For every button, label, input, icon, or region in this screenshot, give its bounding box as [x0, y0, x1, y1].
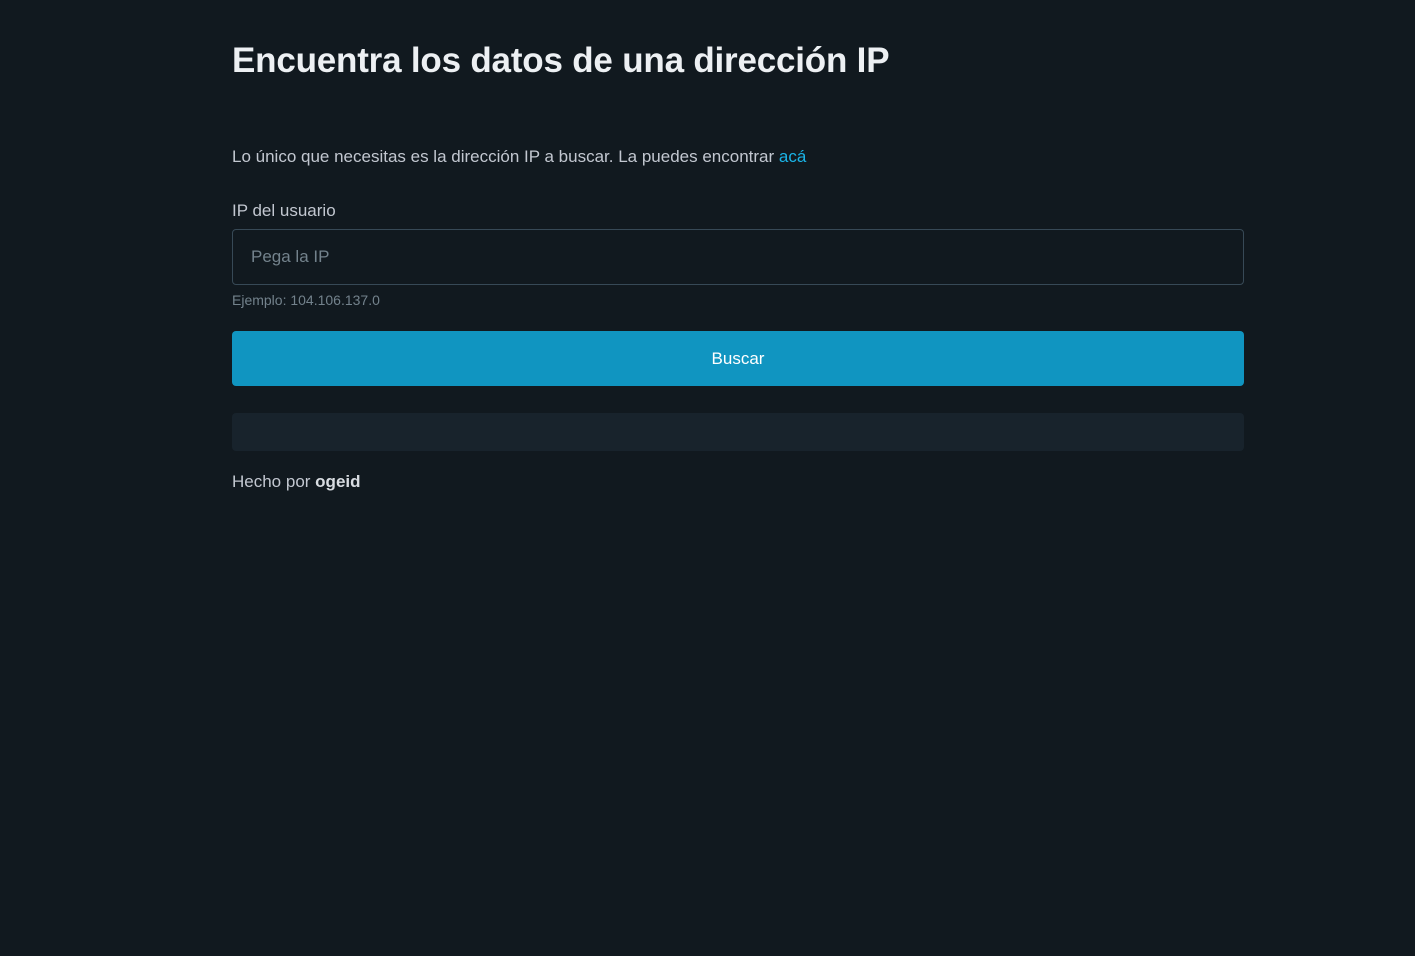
- ip-input[interactable]: [232, 229, 1244, 285]
- ip-helper-text: Ejemplo: 104.106.137.0: [232, 292, 380, 308]
- intro-body: Lo único que necesitas es la dirección I…: [232, 147, 779, 166]
- page-title: Encuentra los datos de una dirección IP: [232, 41, 890, 80]
- find-ip-link[interactable]: acá: [779, 147, 806, 166]
- result-panel: [232, 413, 1244, 451]
- intro-text: Lo único que necesitas es la dirección I…: [232, 147, 806, 167]
- footer-credit: Hecho por ogeid: [232, 472, 361, 492]
- footer-author: ogeid: [315, 472, 361, 491]
- ip-field-label: IP del usuario: [232, 201, 336, 220]
- footer-prefix: Hecho por: [232, 472, 316, 491]
- search-button[interactable]: Buscar: [232, 331, 1244, 386]
